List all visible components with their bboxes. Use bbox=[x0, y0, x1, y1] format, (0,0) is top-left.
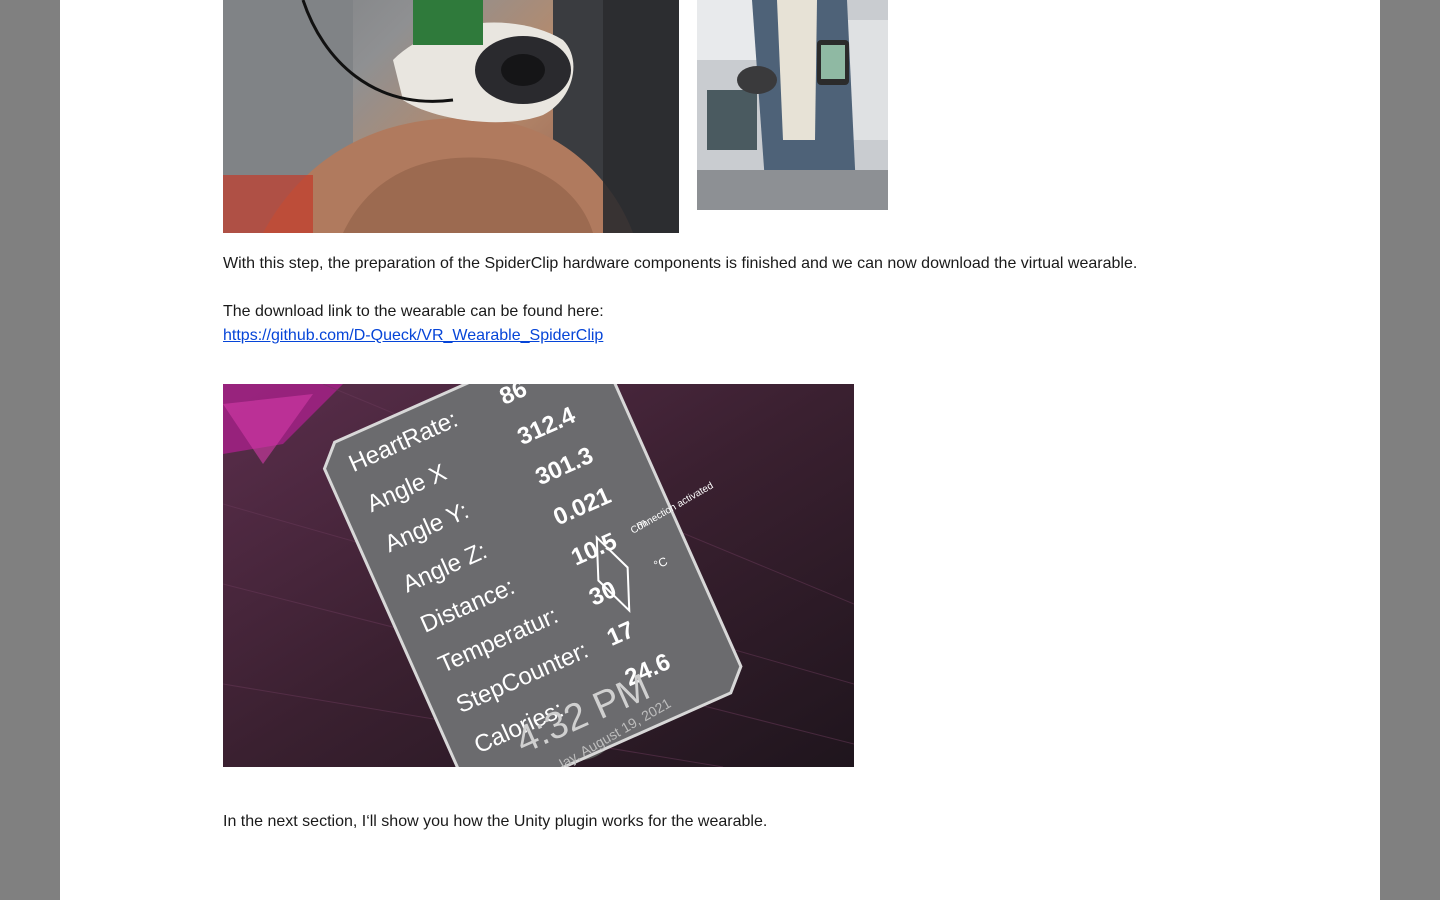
article-page: With this step, the preparation of the S… bbox=[60, 0, 1380, 900]
photo-person-wearing-device bbox=[697, 0, 888, 210]
vr-wearable-screenshot: HeartRate: 86 Angle X 312.4 Angle Y: 301.3 Ang… bbox=[223, 384, 854, 767]
paragraph-preparation-finished: With this step, the preparation of the S… bbox=[223, 255, 1138, 272]
photo-hand-wearable bbox=[223, 0, 679, 233]
paragraph-next-section: In the next section, I‘ll show you how t… bbox=[223, 813, 768, 830]
paragraph-download-intro: The download link to the wearable can be… bbox=[223, 303, 604, 320]
github-download-link[interactable]: https://github.com/D-Queck/VR_Wearable_S… bbox=[223, 324, 603, 348]
